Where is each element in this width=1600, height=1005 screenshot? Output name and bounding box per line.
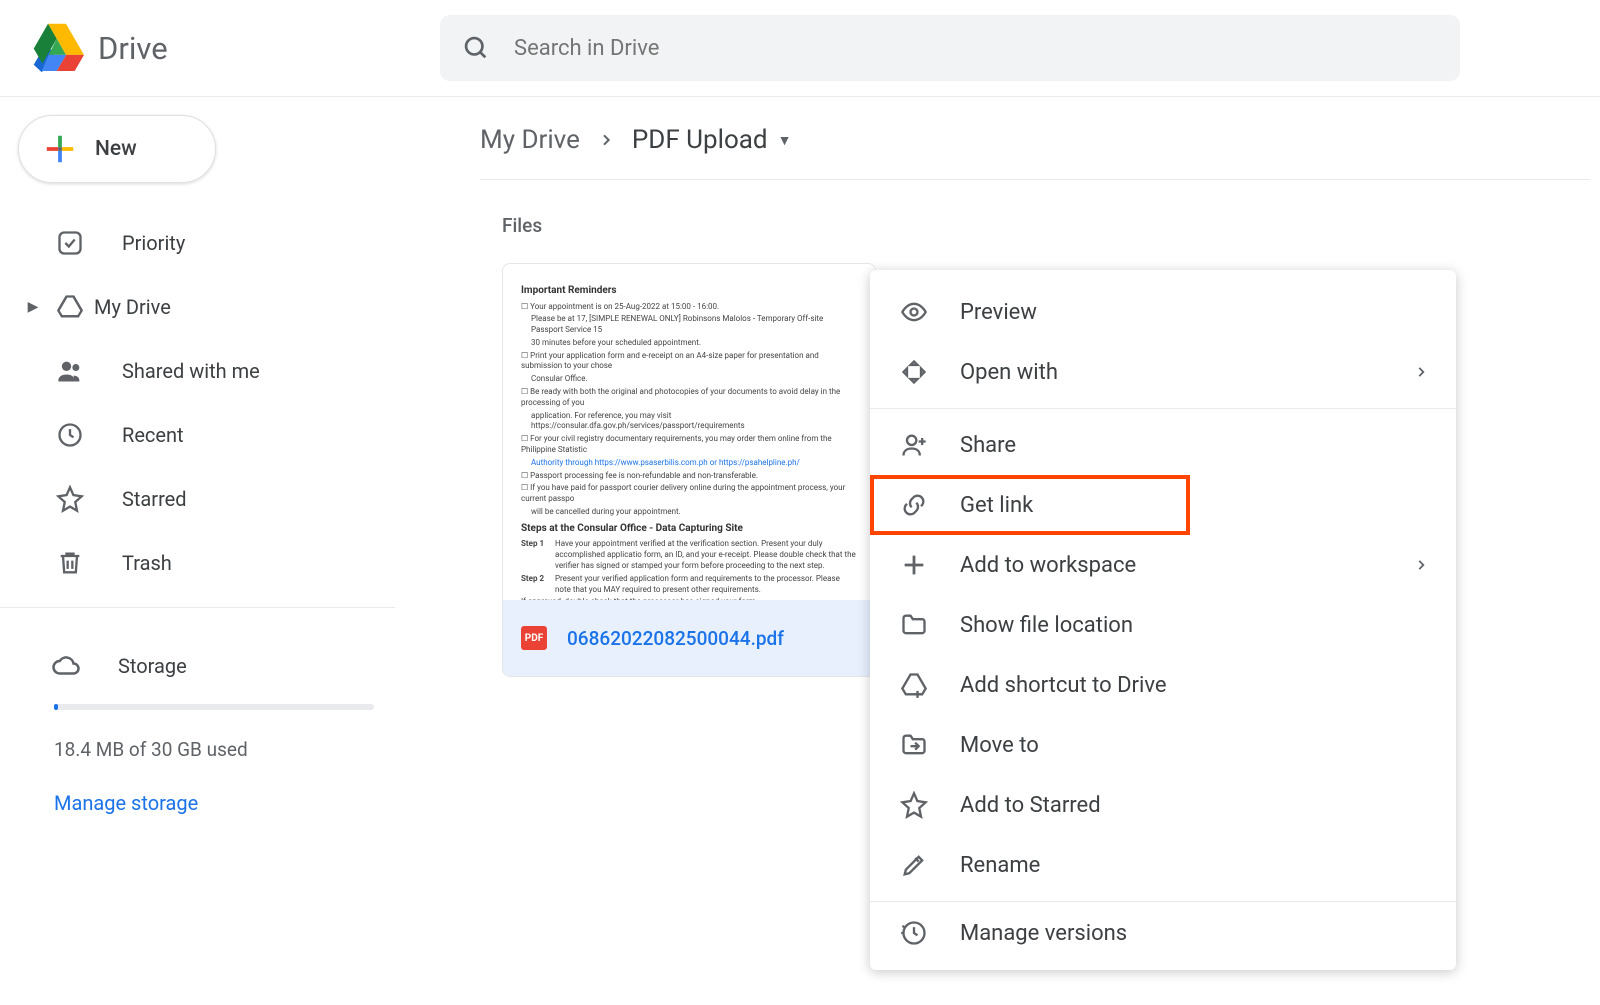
- thumb-heading: Important Reminders: [521, 284, 857, 298]
- file-name: 06862022082500044.pdf: [567, 627, 784, 650]
- sidebar-item-shared[interactable]: Shared with me: [0, 339, 395, 403]
- ctx-label: Add to Starred: [960, 793, 1101, 818]
- person-add-icon: [898, 431, 930, 459]
- ctx-label: Add shortcut to Drive: [960, 673, 1167, 698]
- sidebar-item-recent[interactable]: Recent: [0, 403, 395, 467]
- search-placeholder: Search in Drive: [514, 36, 659, 61]
- ctx-add-starred[interactable]: Add to Starred: [870, 775, 1456, 835]
- ctx-preview[interactable]: Preview: [870, 282, 1456, 342]
- chevron-right-icon: [598, 132, 614, 148]
- trash-icon: [54, 549, 86, 577]
- chevron-down-icon: ▼: [778, 132, 792, 149]
- ctx-share[interactable]: Share: [870, 415, 1456, 475]
- sidebar: New Priority ▶ My Drive Shared with me: [0, 97, 395, 1005]
- breadcrumb-current[interactable]: PDF Upload ▼: [632, 125, 792, 155]
- app-name: Drive: [98, 30, 168, 67]
- folder-icon: [898, 611, 930, 639]
- plus-icon: [43, 132, 77, 166]
- breadcrumb-root[interactable]: My Drive: [480, 125, 580, 155]
- ctx-manage-versions[interactable]: Manage versions: [870, 908, 1456, 958]
- sidebar-item-my-drive[interactable]: ▶ My Drive: [0, 275, 395, 339]
- ctx-open-with[interactable]: Open with: [870, 342, 1456, 402]
- open-with-icon: [898, 358, 930, 386]
- breadcrumb-current-label: PDF Upload: [632, 125, 768, 155]
- sidebar-item-label: Shared with me: [122, 359, 260, 383]
- ctx-label: Share: [960, 433, 1016, 458]
- ctx-add-shortcut[interactable]: Add shortcut to Drive: [870, 655, 1456, 715]
- thumb-heading: Steps at the Consular Office - Data Capt…: [521, 522, 857, 536]
- new-button-label: New: [95, 137, 137, 161]
- divider: [0, 607, 395, 608]
- header: Drive Search in Drive: [0, 0, 1600, 97]
- chevron-right-icon: [1414, 558, 1428, 572]
- logo-block[interactable]: Drive: [30, 21, 440, 75]
- ctx-label: Rename: [960, 853, 1040, 878]
- ctx-label: Move to: [960, 733, 1039, 758]
- sidebar-item-trash[interactable]: Trash: [0, 531, 395, 595]
- star-icon: [54, 485, 86, 513]
- chevron-right-icon: [1414, 365, 1428, 379]
- divider: [870, 901, 1456, 902]
- storage-usage-text: 18.4 MB of 30 GB used: [54, 738, 347, 761]
- ctx-show-location[interactable]: Show file location: [870, 595, 1456, 655]
- sidebar-item-starred[interactable]: Starred: [0, 467, 395, 531]
- ctx-move-to[interactable]: Move to: [870, 715, 1456, 775]
- storage-block: Storage 18.4 MB of 30 GB used Manage sto…: [0, 620, 395, 815]
- pdf-badge-icon: PDF: [521, 626, 547, 650]
- history-icon: [898, 919, 930, 947]
- cloud-icon: [50, 651, 82, 681]
- file-thumbnail: Important Reminders ☐ Your appointment i…: [503, 264, 875, 600]
- divider: [870, 408, 1456, 409]
- ctx-get-link[interactable]: Get link: [870, 475, 1456, 535]
- search-icon: [462, 34, 490, 62]
- sidebar-item-label: Trash: [122, 551, 172, 575]
- storage-label: Storage: [118, 654, 187, 678]
- context-menu: Preview Open with Share Get link Add to …: [870, 270, 1456, 970]
- ctx-label: Preview: [960, 300, 1037, 325]
- sidebar-item-label: Starred: [122, 487, 187, 511]
- storage-fill: [54, 704, 58, 710]
- search-bar[interactable]: Search in Drive: [440, 15, 1460, 81]
- sidebar-item-label: Priority: [122, 231, 185, 255]
- drive-logo-icon: [30, 21, 84, 75]
- drive-shortcut-icon: [898, 671, 930, 699]
- ctx-label: Show file location: [960, 613, 1133, 638]
- ctx-rename[interactable]: Rename: [870, 835, 1456, 895]
- plus-icon: [898, 551, 930, 579]
- files-section-label: Files: [502, 214, 1600, 237]
- link-icon: [898, 491, 930, 519]
- breadcrumb: My Drive PDF Upload ▼: [480, 125, 1590, 180]
- ctx-add-workspace[interactable]: Add to workspace: [870, 535, 1456, 595]
- check-circle-icon: [54, 229, 86, 257]
- people-icon: [54, 357, 86, 385]
- file-card[interactable]: Important Reminders ☐ Your appointment i…: [502, 263, 876, 677]
- ctx-label: Get link: [960, 493, 1033, 518]
- new-button[interactable]: New: [18, 115, 216, 183]
- ctx-label: Open with: [960, 360, 1058, 385]
- file-footer: PDF 06862022082500044.pdf: [503, 600, 875, 676]
- sidebar-item-label: Recent: [122, 423, 184, 447]
- ctx-label: Add to workspace: [960, 553, 1136, 578]
- sidebar-item-label: My Drive: [94, 295, 171, 319]
- manage-storage-link[interactable]: Manage storage: [54, 791, 198, 815]
- clock-icon: [54, 421, 86, 449]
- sidebar-item-priority[interactable]: Priority: [0, 211, 395, 275]
- sidebar-item-storage[interactable]: Storage: [54, 638, 347, 694]
- expand-caret-icon[interactable]: ▶: [20, 299, 46, 315]
- storage-bar: [54, 704, 374, 710]
- nav-list: Priority ▶ My Drive Shared with me Recen…: [0, 211, 395, 595]
- drive-icon: [54, 293, 86, 321]
- eye-icon: [898, 298, 930, 326]
- ctx-label: Manage versions: [960, 921, 1127, 946]
- rename-icon: [898, 851, 930, 879]
- move-to-icon: [898, 731, 930, 759]
- star-icon: [898, 791, 930, 819]
